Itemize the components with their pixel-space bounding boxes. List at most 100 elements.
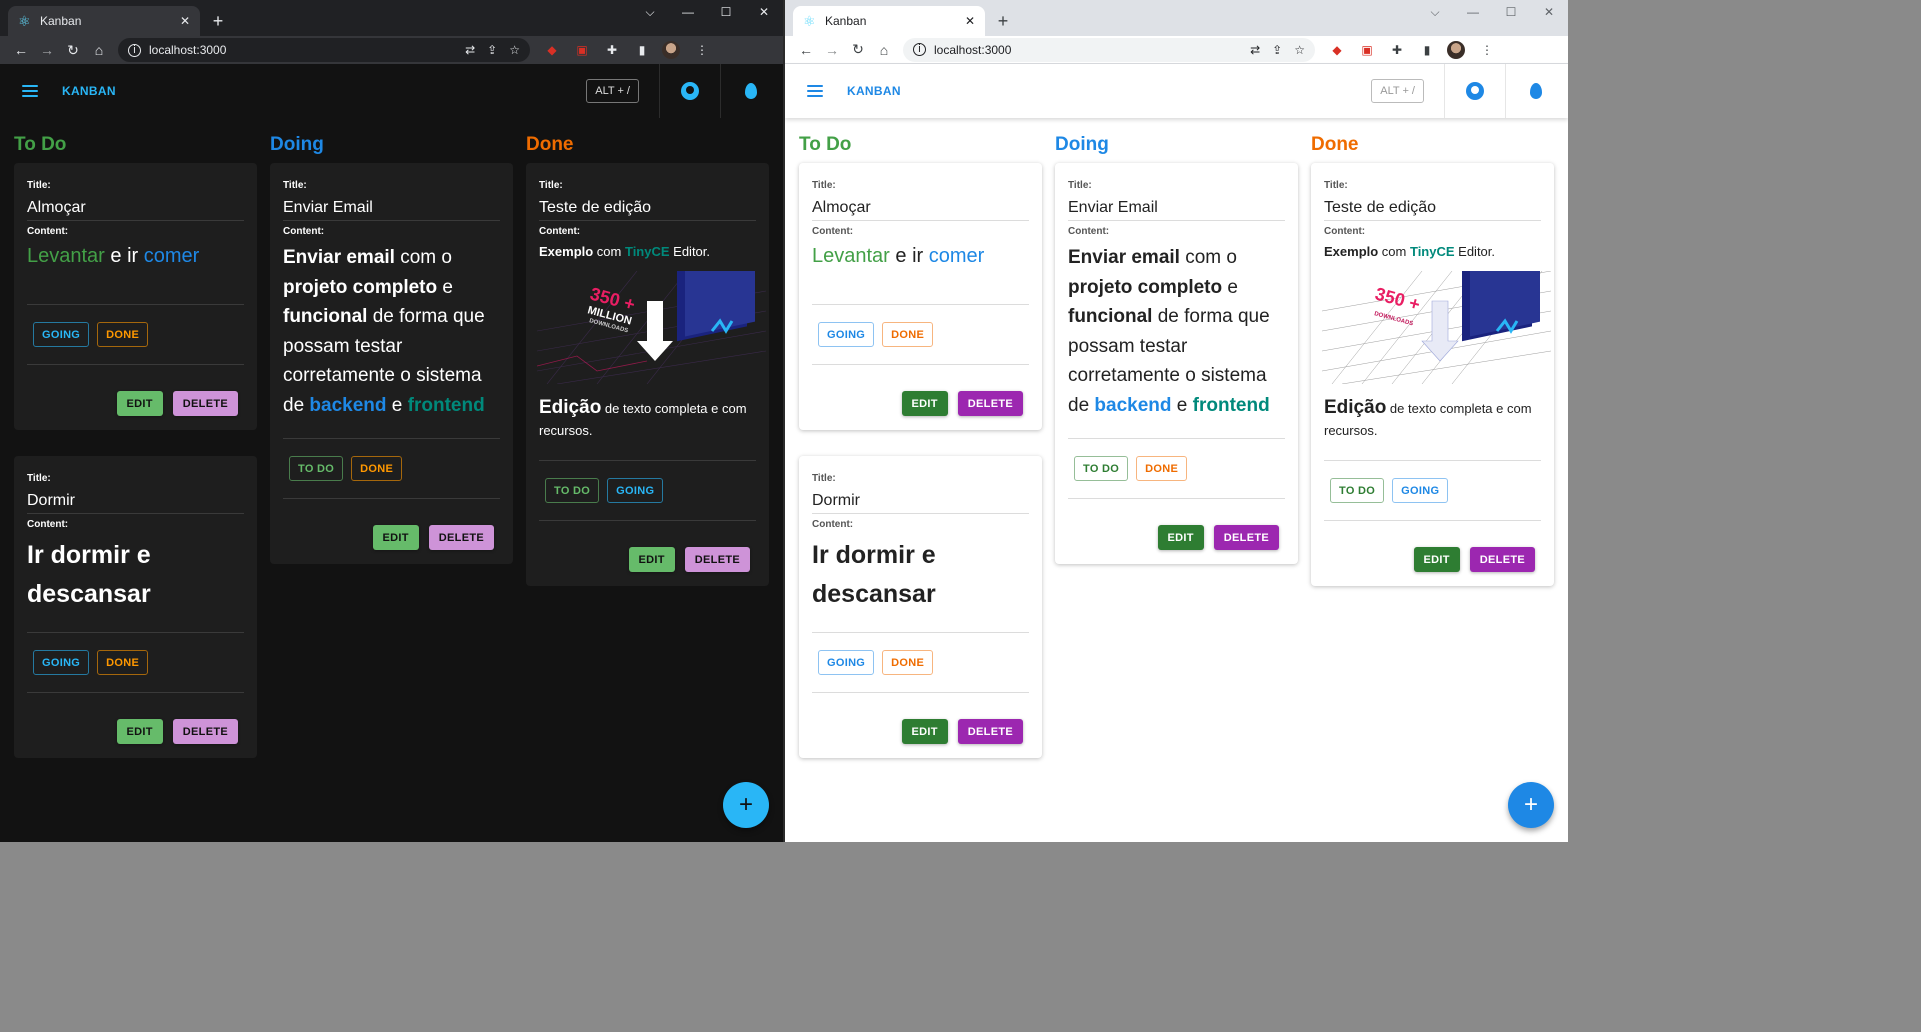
edit-button[interactable]: EDIT bbox=[628, 547, 675, 572]
close-window-icon[interactable]: ✕ bbox=[745, 0, 783, 24]
home-icon[interactable]: ⌂ bbox=[871, 42, 897, 58]
bookmark-star-icon[interactable]: ☆ bbox=[1294, 43, 1305, 57]
browser-tab[interactable]: ⚛ Kanban ✕ bbox=[8, 6, 200, 36]
edit-button[interactable]: EDIT bbox=[901, 719, 948, 744]
extension-icon[interactable]: ▣ bbox=[1359, 43, 1375, 57]
more-menu-icon[interactable]: ⋮ bbox=[694, 43, 710, 57]
back-icon[interactable]: ← bbox=[793, 42, 819, 58]
profile-avatar[interactable] bbox=[1447, 40, 1465, 59]
home-icon[interactable]: ⌂ bbox=[86, 42, 112, 58]
address-bar[interactable]: i localhost:3000 ⇄ ⇪ ☆ bbox=[118, 38, 530, 62]
new-tab-button[interactable]: + bbox=[204, 6, 232, 36]
shortcut-hint: ALT + / bbox=[586, 79, 639, 103]
minimize-icon[interactable]: — bbox=[669, 0, 707, 24]
title-label: Title: bbox=[1324, 180, 1348, 191]
move-done-button[interactable]: DONE bbox=[351, 456, 403, 481]
move-going-button[interactable]: GOING bbox=[33, 650, 90, 675]
edit-button[interactable]: EDIT bbox=[116, 719, 163, 744]
back-icon[interactable]: ← bbox=[8, 42, 34, 58]
ublock-extension-icon[interactable]: ◆ bbox=[544, 43, 560, 57]
close-window-icon[interactable]: ✕ bbox=[1530, 0, 1568, 24]
minimize-icon[interactable]: — bbox=[1454, 0, 1492, 24]
brand-title[interactable]: KANBAN bbox=[62, 84, 116, 98]
maximize-icon[interactable]: ☐ bbox=[1492, 0, 1530, 24]
move-done-button[interactable]: DONE bbox=[882, 650, 934, 675]
card-title: Almoçar bbox=[812, 199, 1029, 221]
column-done: Done Title: Teste de edição Content: Exe… bbox=[1311, 132, 1554, 784]
delete-button[interactable]: DELETE bbox=[684, 547, 750, 572]
edit-button[interactable]: EDIT bbox=[372, 525, 419, 550]
address-bar[interactable]: i localhost:3000 ⇄ ⇪ ☆ bbox=[903, 37, 1315, 62]
delete-button[interactable]: DELETE bbox=[172, 719, 238, 744]
move-done-button[interactable]: DONE bbox=[1136, 456, 1188, 481]
reload-icon[interactable]: ↻ bbox=[845, 41, 871, 58]
move-todo-button[interactable]: TO DO bbox=[1074, 456, 1129, 481]
card-title: Teste de edição bbox=[1324, 199, 1541, 221]
puzzle-extensions-icon[interactable]: ✚ bbox=[604, 43, 620, 57]
share-icon[interactable]: ⇪ bbox=[487, 43, 497, 57]
site-info-icon[interactable]: i bbox=[128, 43, 141, 57]
more-menu-icon[interactable]: ⋮ bbox=[1479, 43, 1495, 57]
forward-icon[interactable]: → bbox=[819, 42, 845, 58]
illustration-text: DOWNLOADS bbox=[1373, 311, 1413, 327]
move-buttons: GOING DONE bbox=[812, 633, 1029, 693]
delete-button[interactable]: DELETE bbox=[172, 391, 238, 416]
side-panel-icon[interactable]: ▮ bbox=[634, 43, 650, 57]
translate-icon[interactable]: ⇄ bbox=[1250, 43, 1260, 57]
content-label: Content: bbox=[27, 226, 69, 237]
close-tab-icon[interactable]: ✕ bbox=[965, 14, 975, 28]
reload-icon[interactable]: ↻ bbox=[60, 42, 86, 59]
extension-icon[interactable]: ▣ bbox=[574, 43, 590, 57]
theme-toggle-icon[interactable] bbox=[733, 73, 769, 109]
move-todo-button[interactable]: TO DO bbox=[545, 478, 600, 503]
site-info-icon[interactable]: i bbox=[913, 43, 926, 56]
close-tab-icon[interactable]: ✕ bbox=[180, 14, 190, 28]
browser-toolbar: ← → ↻ ⌂ i localhost:3000 ⇄ ⇪ ☆ ◆ ▣ ✚ ▮ ⋮ bbox=[0, 36, 783, 64]
move-todo-button[interactable]: TO DO bbox=[289, 456, 344, 481]
move-going-button[interactable]: GOING bbox=[607, 478, 664, 503]
ublock-extension-icon[interactable]: ◆ bbox=[1329, 43, 1345, 57]
move-done-button[interactable]: DONE bbox=[97, 650, 149, 675]
delete-button[interactable]: DELETE bbox=[957, 719, 1023, 744]
menu-icon[interactable] bbox=[22, 85, 38, 97]
card-title: Dormir bbox=[27, 492, 244, 514]
share-icon[interactable]: ⇪ bbox=[1272, 43, 1282, 57]
task-card: Title: Almoçar Content: Levantar e ir co… bbox=[14, 163, 257, 430]
delete-button[interactable]: DELETE bbox=[1469, 547, 1535, 572]
move-done-button[interactable]: DONE bbox=[97, 322, 149, 347]
move-going-button[interactable]: GOING bbox=[818, 322, 875, 347]
content-text: Edição bbox=[1324, 397, 1387, 418]
side-panel-icon[interactable]: ▮ bbox=[1419, 43, 1435, 57]
edit-button[interactable]: EDIT bbox=[901, 391, 948, 416]
move-going-button[interactable]: GOING bbox=[818, 650, 875, 675]
delete-button[interactable]: DELETE bbox=[428, 525, 494, 550]
edit-button[interactable]: EDIT bbox=[1413, 547, 1460, 572]
move-going-button[interactable]: GOING bbox=[33, 322, 90, 347]
tab-search-icon[interactable]: ⌵ bbox=[631, 0, 669, 24]
brand-title[interactable]: KANBAN bbox=[847, 84, 901, 98]
add-task-fab[interactable]: + bbox=[1508, 782, 1554, 828]
translate-icon[interactable]: ⇄ bbox=[465, 43, 475, 57]
move-todo-button[interactable]: TO DO bbox=[1330, 478, 1385, 503]
edit-button[interactable]: EDIT bbox=[116, 391, 163, 416]
profile-avatar[interactable] bbox=[662, 41, 680, 59]
tab-strip: ⚛ Kanban ✕ + ⌵ — ☐ ✕ bbox=[785, 0, 1568, 36]
new-tab-button[interactable]: + bbox=[989, 6, 1017, 36]
edit-button[interactable]: EDIT bbox=[1157, 525, 1204, 550]
theme-toggle-icon[interactable] bbox=[1518, 73, 1554, 109]
github-icon[interactable] bbox=[1457, 73, 1493, 109]
bookmark-star-icon[interactable]: ☆ bbox=[509, 43, 520, 57]
delete-button[interactable]: DELETE bbox=[1213, 525, 1279, 550]
github-icon[interactable] bbox=[672, 73, 708, 109]
maximize-icon[interactable]: ☐ bbox=[707, 0, 745, 24]
move-done-button[interactable]: DONE bbox=[882, 322, 934, 347]
tab-search-icon[interactable]: ⌵ bbox=[1416, 0, 1454, 24]
puzzle-extensions-icon[interactable]: ✚ bbox=[1389, 43, 1405, 57]
add-task-fab[interactable]: + bbox=[723, 782, 769, 828]
move-going-button[interactable]: GOING bbox=[1392, 478, 1449, 503]
delete-button[interactable]: DELETE bbox=[957, 391, 1023, 416]
browser-tab[interactable]: ⚛ Kanban ✕ bbox=[793, 6, 985, 36]
menu-icon[interactable] bbox=[807, 85, 823, 97]
forward-icon[interactable]: → bbox=[34, 42, 60, 58]
card-title: Enviar Email bbox=[283, 199, 500, 221]
